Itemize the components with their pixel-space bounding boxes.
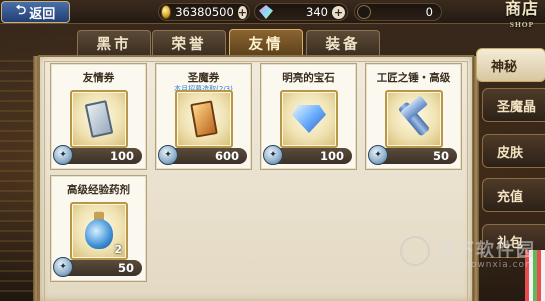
item-quantity: 2: [114, 243, 122, 256]
item-price[interactable]: ✦ 100: [53, 145, 142, 165]
gold-counter: 36380500 +: [158, 3, 250, 21]
potion-icon: [85, 219, 113, 249]
item-price[interactable]: ✦ 600: [158, 145, 247, 165]
shop-item-exp-potion[interactable]: 高级经验药剂 2 ✦ 50: [50, 175, 147, 282]
tab-friendship[interactable]: 友情: [229, 29, 303, 57]
side-tab-mystery[interactable]: 神秘: [476, 48, 545, 82]
decoration-stripes: [525, 250, 545, 301]
gold-coin-icon: [161, 5, 172, 19]
gold-ticket-icon: [190, 100, 218, 138]
item-price[interactable]: ✦ 50: [53, 257, 142, 277]
item-frame: [280, 90, 338, 148]
tab-honor[interactable]: 荣誉: [152, 30, 226, 56]
add-gold-button[interactable]: +: [237, 5, 247, 19]
return-arrow-icon: ⮌: [15, 3, 27, 18]
add-gem-button[interactable]: +: [332, 5, 345, 19]
item-price[interactable]: ✦ 50: [368, 145, 457, 165]
rainbow-gem-icon: [259, 5, 273, 19]
friendship-point-icon: ✦: [263, 145, 283, 165]
item-name: 圣魔券: [187, 72, 220, 84]
item-frame: [175, 90, 233, 148]
token-counter: 0: [354, 3, 442, 21]
item-price[interactable]: ✦ 100: [263, 145, 352, 165]
gold-amount: 36380500: [175, 5, 234, 19]
shop-item-friendship-ticket[interactable]: 友情券 ✦ 100: [50, 63, 147, 170]
tab-black-market[interactable]: 黑市: [77, 30, 151, 56]
shop-subtitle: SHOP: [509, 20, 535, 29]
token-amount: 0: [425, 5, 433, 19]
item-name: 友情券: [82, 72, 115, 84]
gem-amount: 340: [306, 5, 328, 19]
back-label: 返回: [29, 6, 56, 22]
friendship-point-icon: ✦: [368, 145, 388, 165]
shop-item-holy-demon-ticket[interactable]: 圣魔券 本月招募选取(2/3) ✦ 600: [155, 63, 252, 170]
friendship-point-icon: ✦: [53, 145, 73, 165]
side-tab-holy-crystal[interactable]: 圣魔晶: [482, 88, 545, 122]
back-button[interactable]: ⮌ 返回: [1, 1, 70, 23]
item-frame: [385, 90, 443, 148]
top-bar: ⮌ 返回 36380500 + 340 + 0 商店 SHOP: [0, 0, 545, 29]
item-name: 工匠之锤・高级: [376, 72, 451, 84]
side-tab-recharge[interactable]: 充值: [482, 178, 545, 212]
silver-ticket-icon: [84, 100, 114, 138]
item-name: 高级经验药剂: [67, 184, 130, 196]
shop-item-bright-gem[interactable]: 明亮的宝石 ✦ 100: [260, 63, 357, 170]
shop-item-artisan-hammer[interactable]: 工匠之锤・高级 ✦ 50: [365, 63, 462, 170]
friendship-point-icon: ✦: [53, 257, 73, 277]
item-frame: 2: [70, 202, 128, 260]
token-icon: [357, 5, 371, 19]
shop-title: 商店 SHOP: [505, 1, 539, 33]
blue-gem-icon: [292, 105, 326, 133]
tab-equipment[interactable]: 装备: [306, 30, 380, 56]
friendship-point-icon: ✦: [158, 145, 178, 165]
side-tab-skin[interactable]: 皮肤: [482, 134, 545, 168]
panel-right-edge: [473, 56, 479, 301]
gem-counter: 340 +: [254, 3, 348, 21]
item-name: 明亮的宝石: [282, 72, 335, 84]
item-frame: [70, 90, 128, 148]
